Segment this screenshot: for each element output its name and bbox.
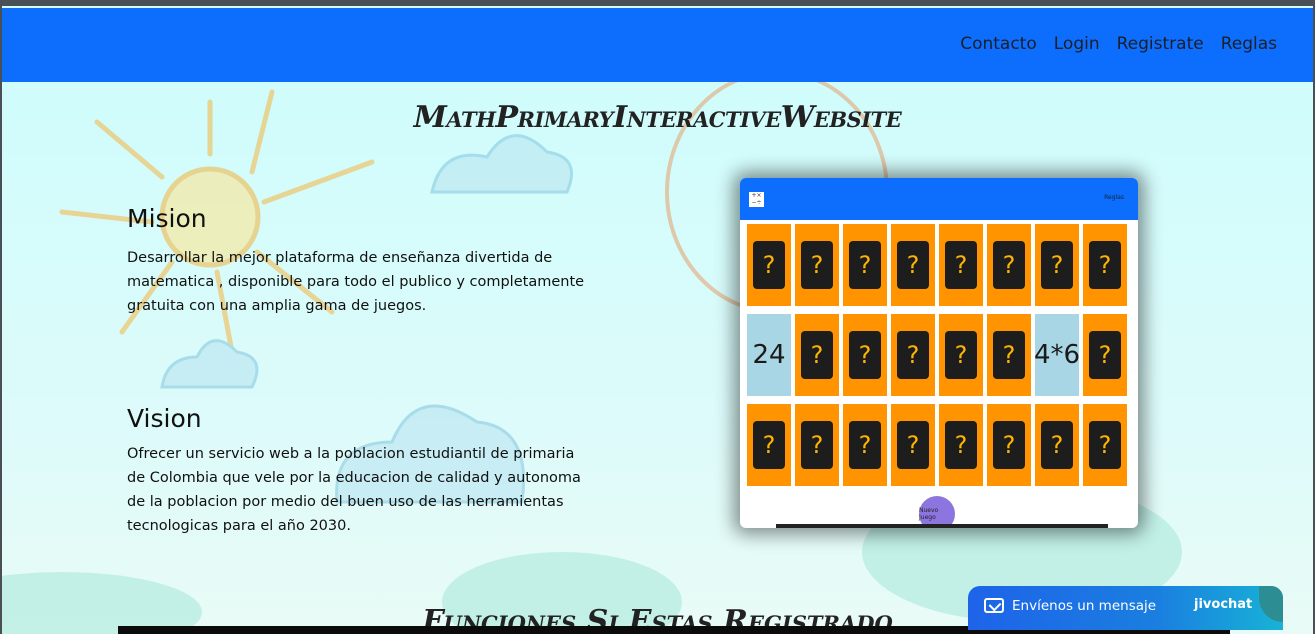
memory-card: ? (1035, 404, 1079, 486)
memory-card: 24 (747, 314, 791, 396)
chat-message-label: Envíenos un mensaje (1012, 598, 1157, 614)
preview-navbar: +× −÷ Reglas (740, 178, 1138, 220)
memory-card: ? (843, 314, 887, 396)
memory-card: ? (987, 314, 1031, 396)
question-mark-icon: ? (1041, 421, 1073, 469)
chat-widget-button[interactable]: Envíenos un mensaje jivochat (968, 586, 1283, 630)
memory-card: ? (843, 404, 887, 486)
navbar: Contacto Login Registrate Reglas (2, 8, 1313, 82)
question-mark-icon: ? (801, 331, 833, 379)
nav-links: Contacto Login Registrate Reglas (960, 34, 1277, 54)
memory-card: ? (1035, 224, 1079, 306)
preview-nav-link: Reglas (1104, 194, 1124, 201)
question-mark-icon: ? (849, 241, 881, 289)
memory-card: ? (843, 224, 887, 306)
memory-card: ? (795, 314, 839, 396)
nav-link-login[interactable]: Login (1054, 34, 1100, 54)
question-mark-icon: ? (897, 421, 929, 469)
nav-link-registrate[interactable]: Registrate (1117, 34, 1204, 54)
chat-brand-label: jivochat (1194, 597, 1253, 612)
question-mark-icon: ? (849, 421, 881, 469)
memory-card: ? (891, 314, 935, 396)
question-mark-icon: ? (897, 331, 929, 379)
question-mark-icon: ? (801, 241, 833, 289)
memory-card: ? (939, 224, 983, 306)
memory-card: ? (891, 404, 935, 486)
memory-card: ? (747, 224, 791, 306)
question-mark-icon: ? (801, 421, 833, 469)
question-mark-icon: ? (1089, 331, 1121, 379)
question-mark-icon: ? (897, 241, 929, 289)
memory-card: ? (1083, 314, 1127, 396)
memory-card: ? (1083, 224, 1127, 306)
memory-card: ? (939, 404, 983, 486)
preview-logo-icon: +× −÷ (749, 192, 764, 207)
question-mark-icon: ? (993, 241, 1025, 289)
question-mark-icon: ? (753, 241, 785, 289)
nav-link-contacto[interactable]: Contacto (960, 34, 1037, 54)
memory-card: ? (795, 224, 839, 306)
question-mark-icon: ? (945, 421, 977, 469)
question-mark-icon: ? (753, 421, 785, 469)
question-mark-icon: ? (945, 241, 977, 289)
memory-card-grid: ???????? 24????? 4*6????????? (747, 224, 1131, 486)
memory-card: ? (987, 404, 1031, 486)
card-value: 4*6 (1033, 340, 1081, 370)
game-preview-screenshot: +× −÷ Reglas ???????? 24????? 4*6????????? … (740, 178, 1138, 528)
question-mark-icon: ? (945, 331, 977, 379)
question-mark-icon: ? (1089, 241, 1121, 289)
vision-text: Ofrecer un servicio web a la poblacion e… (127, 446, 581, 534)
browser-top-strip (0, 0, 1315, 6)
nav-link-reglas[interactable]: Reglas (1221, 34, 1277, 54)
mission-title: Mision (127, 204, 207, 233)
memory-card: ? (747, 404, 791, 486)
memory-card: 4*6 (1033, 314, 1081, 396)
memory-card: ? (939, 314, 983, 396)
question-mark-icon: ? (849, 331, 881, 379)
mail-icon (984, 598, 1004, 613)
question-mark-icon: ? (1041, 241, 1073, 289)
question-mark-icon: ? (1089, 421, 1121, 469)
main-content: MathPrimaryInteractiveWebsite Mision Des… (2, 82, 1313, 634)
question-mark-icon: ? (993, 421, 1025, 469)
question-mark-icon: ? (993, 331, 1025, 379)
memory-card: ? (795, 404, 839, 486)
vision-title: Vision (127, 404, 202, 433)
site-title: MathPrimaryInteractiveWebsite (413, 100, 902, 135)
memory-card: ? (987, 224, 1031, 306)
card-value: 24 (752, 340, 786, 370)
mission-text: Desarrollar la mejor plataforma de enseñ… (127, 250, 585, 314)
memory-card: ? (891, 224, 935, 306)
memory-card: ? (1083, 404, 1127, 486)
preview-bottom-bar (776, 524, 1108, 528)
chat-corner-decoration (1259, 586, 1283, 622)
